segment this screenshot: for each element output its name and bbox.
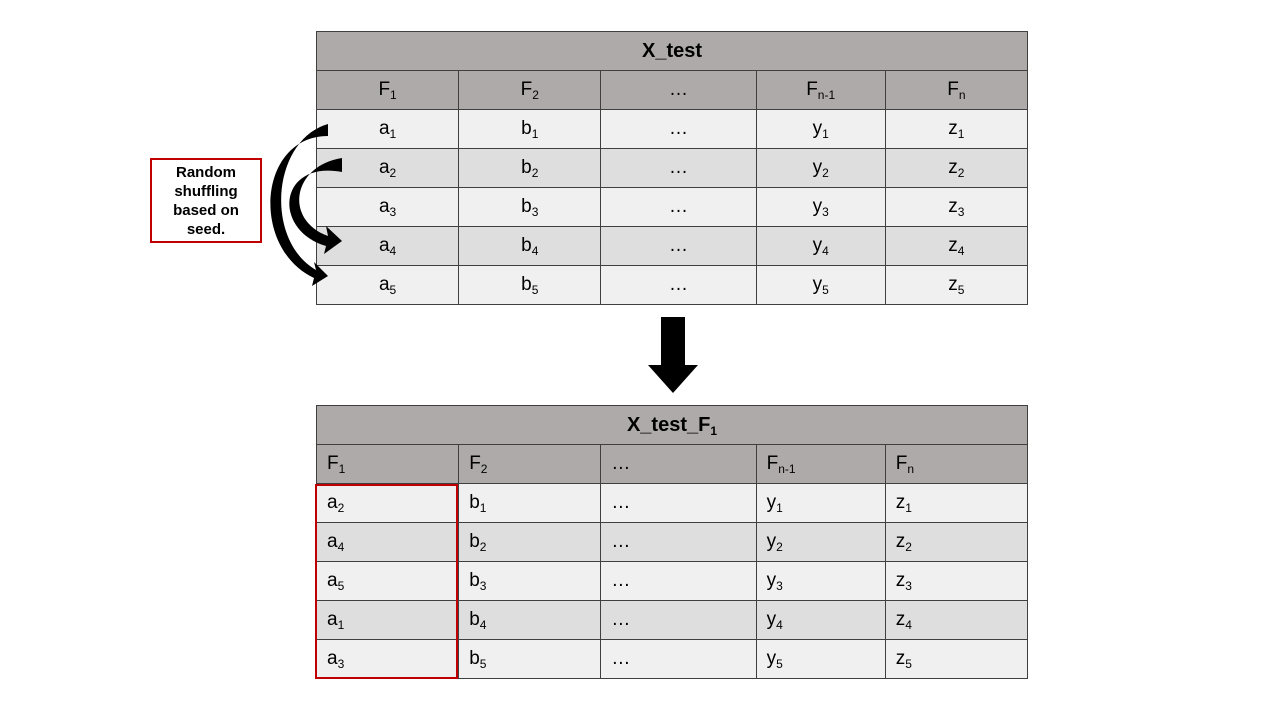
table-cell: z4 <box>884 226 1029 266</box>
table-cell: … <box>600 639 757 679</box>
header-cell: Fn-1 <box>755 444 886 484</box>
table-cell: z5 <box>884 265 1029 305</box>
table-cell: y1 <box>755 109 886 149</box>
note-line: based on <box>173 201 239 219</box>
x-test-f1-title: X_test_F1 <box>316 405 1028 445</box>
table-cell: … <box>600 561 757 601</box>
table-cell: y2 <box>755 148 886 188</box>
table-cell: b3 <box>458 187 602 227</box>
table-cell: … <box>600 187 757 227</box>
table-row: a4 b4 … y4 z4 <box>315 226 1029 266</box>
table-cell: y4 <box>755 600 886 640</box>
curved-arrow-icon <box>270 124 342 286</box>
table-cell: z3 <box>884 187 1029 227</box>
table-cell: … <box>600 109 757 149</box>
header-cell: … <box>600 70 757 110</box>
table-cell: y4 <box>755 226 886 266</box>
header-cell: F1 <box>315 444 460 484</box>
table-cell: … <box>600 148 757 188</box>
shuffle-note-text: Random shuffling based on seed. <box>173 163 239 239</box>
table-cell: … <box>600 522 757 562</box>
table-cell: z3 <box>884 561 1029 601</box>
x-test-f1-header-row: F1 F2 … Fn-1 Fn <box>315 444 1029 484</box>
header-cell: F2 <box>458 444 602 484</box>
table-cell: b4 <box>458 226 602 266</box>
table-cell: b5 <box>458 265 602 305</box>
table-cell: b2 <box>458 148 602 188</box>
x-test-header-row: F1 F2 … Fn-1 Fn <box>315 70 1029 110</box>
table-cell: b3 <box>458 561 602 601</box>
table-cell: z5 <box>884 639 1029 679</box>
x-test-f1-table: X_test_F1 F1 F2 … Fn-1 Fn a2 b1 … y1 z1 … <box>315 405 1029 679</box>
table-cell: z4 <box>884 600 1029 640</box>
table-row: a5 b5 … y5 z5 <box>315 265 1029 305</box>
table-cell: a3 <box>315 639 460 679</box>
table-cell: a4 <box>315 522 460 562</box>
table-cell: y1 <box>755 483 886 523</box>
table-cell: y2 <box>755 522 886 562</box>
curved-arrow-icon <box>289 158 342 254</box>
table-cell: a5 <box>315 561 460 601</box>
header-cell: F1 <box>315 70 460 110</box>
table-cell: b5 <box>458 639 602 679</box>
table-cell: z2 <box>884 522 1029 562</box>
header-cell: … <box>600 444 757 484</box>
header-cell: F2 <box>458 70 602 110</box>
table-row: a3 b5 … y5 z5 <box>315 639 1029 679</box>
header-cell: Fn <box>884 444 1029 484</box>
table-cell: a2 <box>315 483 460 523</box>
note-line: shuffling <box>174 182 238 200</box>
x-test-title: X_test <box>316 31 1028 71</box>
shuffle-note: Random shuffling based on seed. <box>150 158 262 243</box>
table-row: a1 b1 … y1 z1 <box>315 109 1029 149</box>
table-row: a4 b2 … y2 z2 <box>315 522 1029 562</box>
table-cell: … <box>600 265 757 305</box>
note-line: Random <box>175 163 236 181</box>
table-cell: z2 <box>884 148 1029 188</box>
table-cell: b1 <box>458 109 602 149</box>
arrow-down-icon <box>648 317 698 393</box>
table-row: a3 b3 … y3 z3 <box>315 187 1029 227</box>
table-cell: y5 <box>755 639 886 679</box>
header-cell: Fn <box>884 70 1029 110</box>
x-test-title-row: X_test <box>316 31 1028 71</box>
table-row: a1 b4 … y4 z4 <box>315 600 1029 640</box>
table-cell: b2 <box>458 522 602 562</box>
header-cell: Fn-1 <box>755 70 886 110</box>
table-row: a2 b1 … y1 z1 <box>315 483 1029 523</box>
x-test-table: X_test F1 F2 … Fn-1 Fn a1 b1 … y1 z1 a2 … <box>315 31 1029 305</box>
table-cell: … <box>600 483 757 523</box>
table-cell: … <box>600 226 757 266</box>
table-cell: y3 <box>755 561 886 601</box>
table-cell: … <box>600 600 757 640</box>
table-cell: a1 <box>315 600 460 640</box>
table-cell: z1 <box>884 109 1029 149</box>
table-cell: y3 <box>755 187 886 227</box>
note-line: seed. <box>186 220 226 238</box>
table-cell: z1 <box>884 483 1029 523</box>
diagram-canvas: X_test F1 F2 … Fn-1 Fn a1 b1 … y1 z1 a2 … <box>0 0 1280 720</box>
table-cell: y5 <box>755 265 886 305</box>
x-test-f1-title-row: X_test_F1 <box>316 405 1028 445</box>
table-row: a2 b2 … y2 z2 <box>315 148 1029 188</box>
table-row: a5 b3 … y3 z3 <box>315 561 1029 601</box>
table-cell: b4 <box>458 600 602 640</box>
table-cell: b1 <box>458 483 602 523</box>
